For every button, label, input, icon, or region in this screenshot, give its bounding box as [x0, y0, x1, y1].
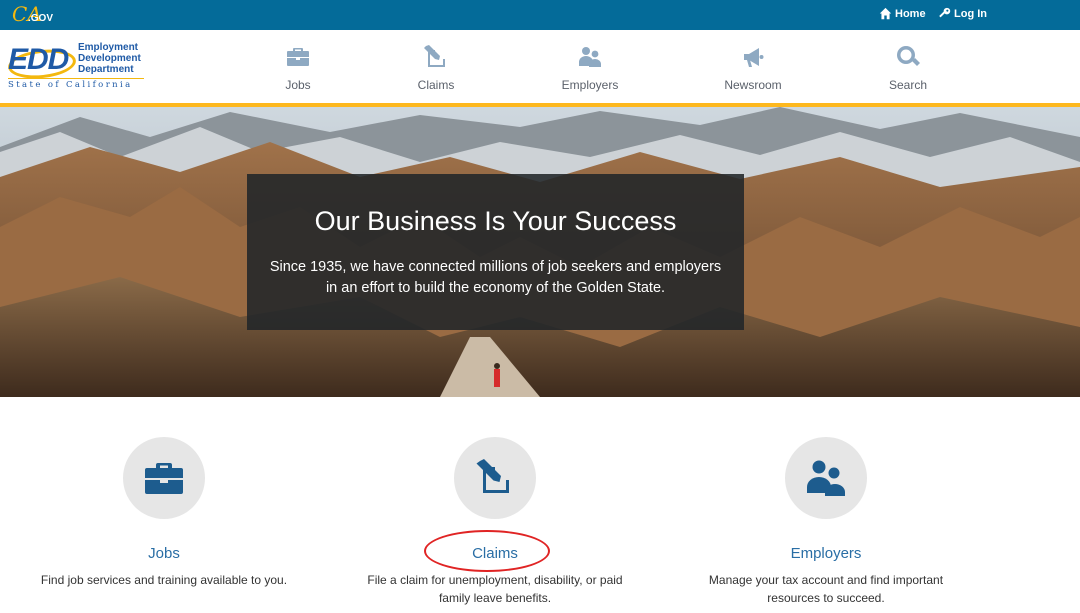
- nav-item-label: Jobs: [285, 78, 311, 92]
- edd-logo[interactable]: EDD Employment Development Department St…: [6, 42, 148, 92]
- key-icon: [939, 7, 951, 18]
- hero-banner: Our Business Is Your Success Since 1935,…: [0, 107, 1080, 397]
- card-description: Find job services and training available…: [40, 573, 288, 587]
- edit-icon: [424, 45, 445, 67]
- card-title-link[interactable]: Jobs: [148, 545, 180, 562]
- nav-item-label: Claims: [417, 78, 455, 92]
- edd-logo-mark: EDD: [8, 43, 69, 76]
- card-icon-circle[interactable]: [454, 437, 536, 519]
- edd-logo-line3: Department: [78, 64, 134, 75]
- nav-item-employers[interactable]: Employers: [535, 42, 645, 94]
- hero-text: Since 1935, we have connected millions o…: [247, 257, 744, 299]
- home-icon: [879, 7, 892, 20]
- edd-logo-line1: Employment: [78, 42, 139, 53]
- edd-logo-state: State of California: [8, 78, 144, 90]
- hero-title: Our Business Is Your Success: [314, 206, 677, 236]
- briefcase-icon: [287, 48, 309, 66]
- site-header: EDD Employment Development Department St…: [0, 30, 1080, 103]
- edit-icon: [476, 459, 509, 493]
- hero-text-line1: Since 1935, we have connected millions o…: [269, 259, 722, 275]
- nav-item-jobs[interactable]: Jobs: [243, 42, 353, 94]
- login-link-label: Log In: [954, 7, 987, 20]
- card-claims: Claims File a claim for unemployment, di…: [345, 437, 645, 607]
- people-icon: [807, 460, 845, 496]
- card-title-link[interactable]: Claims: [424, 530, 551, 572]
- nav-item-label: Newsroom: [724, 78, 782, 92]
- login-link[interactable]: Log In: [938, 7, 987, 20]
- nav-item-search[interactable]: Search: [853, 42, 963, 94]
- edd-logo-text: Employment Development Department: [78, 42, 141, 75]
- card-jobs: Jobs Find job services and training avai…: [14, 437, 314, 589]
- card-employers: Employers Manage your tax account and fi…: [676, 437, 976, 607]
- ca-gov-logo-suffix: .GOV: [28, 13, 54, 24]
- home-link[interactable]: Home: [879, 7, 926, 20]
- people-icon: [579, 47, 601, 67]
- search-icon: [897, 46, 920, 66]
- card-description: Manage your tax account and find importa…: [708, 573, 944, 605]
- megaphone-icon: [744, 48, 764, 67]
- utility-bar: CA .GOV Home Log In: [0, 0, 1080, 30]
- nav-item-newsroom[interactable]: Newsroom: [698, 42, 808, 94]
- card-description: File a claim for unemployment, disabilit…: [367, 573, 623, 605]
- nav-item-claims[interactable]: Claims: [381, 42, 491, 94]
- card-icon-circle[interactable]: [785, 437, 867, 519]
- nav-item-label: Employers: [561, 78, 619, 92]
- nav-item-label: Search: [888, 78, 928, 92]
- ca-gov-logo[interactable]: CA .GOV: [12, 3, 54, 27]
- briefcase-icon: [145, 463, 183, 494]
- home-link-label: Home: [895, 7, 926, 20]
- hero-text-line2: in an effort to build the economy of the…: [325, 280, 666, 296]
- highlight-annotation-oval: [424, 530, 551, 572]
- edd-logo-line2: Development: [78, 53, 141, 64]
- card-icon-circle[interactable]: [123, 437, 205, 519]
- card-title-link[interactable]: Employers: [791, 545, 862, 562]
- hero-message-box: Our Business Is Your Success Since 1935,…: [247, 174, 744, 330]
